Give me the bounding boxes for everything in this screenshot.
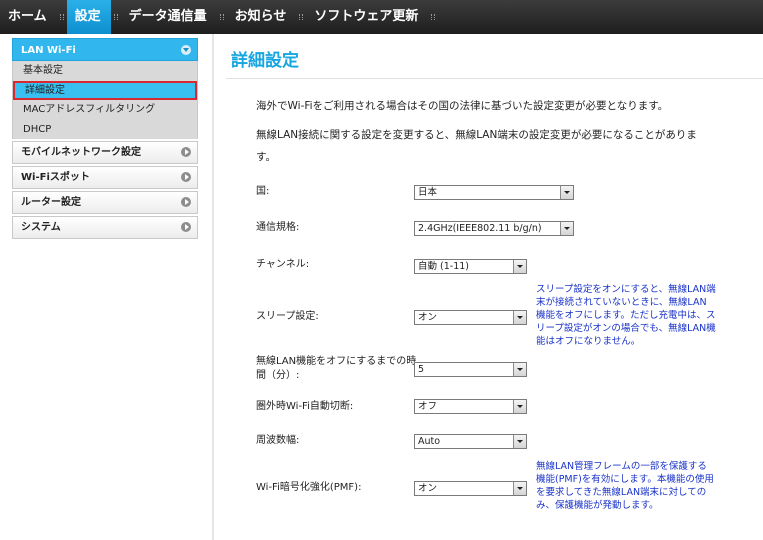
- pmf-note: 無線LAN管理フレームの一部を保護する機能(PMF)を有効にします。本機能の使用…: [536, 461, 714, 511]
- nav-separator: [59, 14, 64, 20]
- select-value: オン: [418, 483, 438, 494]
- top-navigation: ホーム 設定 データ通信量 お知らせ ソフトウェア更新: [0, 0, 763, 34]
- sidebar-section-router[interactable]: ルーター設定: [12, 191, 198, 214]
- description-text: 海外でWi-Fiをご利用される場合はその国の法律に基づいた設定変更が必要となりま…: [256, 100, 669, 112]
- sidebar-item-dhcp[interactable]: DHCP: [13, 120, 197, 140]
- dropdown-arrow-icon: [513, 363, 526, 376]
- field-label-standard: 通信規格:: [256, 222, 300, 233]
- field-label-country: 国:: [256, 186, 270, 197]
- select-value: 2.4GHz(IEEE802.11 b/g/n): [418, 223, 542, 234]
- country-select[interactable]: 日本: [414, 185, 574, 200]
- chevron-right-icon: [181, 172, 191, 182]
- nav-home[interactable]: ホーム: [0, 0, 57, 34]
- auto-off-select[interactable]: オフ: [414, 399, 527, 414]
- select-value: 5: [418, 364, 425, 375]
- chevron-right-icon: [181, 147, 191, 157]
- sidebar-section-system[interactable]: システム: [12, 216, 198, 239]
- nav-separator: [219, 14, 224, 20]
- title-divider: [226, 78, 763, 79]
- dropdown-arrow-icon: [560, 222, 573, 235]
- sidebar-item-mac-filtering[interactable]: MACアドレスフィルタリング: [13, 100, 197, 120]
- channel-select[interactable]: 自動 (1-11): [414, 259, 527, 274]
- sidebar-section-label: ルーター設定: [21, 197, 81, 208]
- sleep-select[interactable]: オン: [414, 310, 527, 325]
- sidebar-section-lan-wifi[interactable]: LAN Wi-Fi: [12, 38, 198, 61]
- dropdown-arrow-icon: [513, 435, 526, 448]
- description-text: す。: [256, 151, 276, 163]
- field-label-sleep: スリープ設定:: [256, 311, 319, 322]
- sleep-note: スリープ設定をオンにすると、無線LAN端末が接続されていないときに、無線LAN機…: [536, 284, 716, 347]
- nav-separator: [299, 14, 304, 20]
- field-label-sleep-time: 間（分）:: [256, 370, 300, 381]
- select-value: 自動 (1-11): [418, 261, 469, 272]
- dropdown-arrow-icon: [513, 482, 526, 495]
- page-title: 詳細設定: [231, 51, 299, 71]
- field-label-sleep-time: 無線LAN機能をオフにするまでの時: [256, 356, 417, 367]
- chevron-right-icon: [181, 222, 191, 232]
- field-label-bandwidth: 周波数幅:: [256, 435, 300, 446]
- sidebar-submenu: 基本設定 詳細設定 MACアドレスフィルタリング DHCP: [12, 61, 198, 139]
- nav-separator: [113, 14, 118, 20]
- bandwidth-select[interactable]: Auto: [414, 434, 527, 449]
- nav-settings[interactable]: 設定: [66, 0, 111, 34]
- field-label-auto-off: 圏外時Wi-Fi自動切断:: [256, 401, 354, 412]
- nav-separator: [431, 14, 436, 20]
- sidebar-section-label: LAN Wi-Fi: [21, 45, 76, 56]
- field-label-channel: チャンネル:: [256, 259, 310, 270]
- dropdown-arrow-icon: [513, 311, 526, 324]
- sidebar-section-label: Wi-Fiスポット: [21, 172, 90, 183]
- sidebar-item-basic-settings[interactable]: 基本設定: [13, 61, 197, 81]
- select-value: オン: [418, 312, 438, 323]
- nav-software-update[interactable]: ソフトウェア更新: [306, 0, 428, 34]
- sidebar-item-advanced-settings[interactable]: 詳細設定: [13, 80, 197, 100]
- nav-notifications[interactable]: お知らせ: [227, 0, 297, 34]
- select-value: 日本: [418, 187, 438, 198]
- standard-select[interactable]: 2.4GHz(IEEE802.11 b/g/n): [414, 221, 574, 236]
- sidebar-section-label: システム: [21, 222, 61, 233]
- sleep-time-select[interactable]: 5: [414, 362, 527, 377]
- dropdown-arrow-icon: [560, 186, 573, 199]
- nav-data-usage[interactable]: データ通信量: [121, 0, 217, 34]
- sidebar: LAN Wi-Fi 基本設定 詳細設定 MACアドレスフィルタリング DHCP …: [12, 38, 198, 239]
- sidebar-section-label: モバイルネットワーク設定: [21, 147, 141, 158]
- select-value: Auto: [418, 436, 441, 447]
- pmf-select[interactable]: オン: [414, 481, 527, 496]
- chevron-right-icon: [181, 197, 191, 207]
- field-label-pmf: Wi-Fi暗号化強化(PMF):: [256, 482, 362, 493]
- description-text: 無線LAN接続に関する設定を変更すると、無線LAN端末の設定変更が必要になること…: [256, 129, 697, 141]
- sidebar-divider: [212, 34, 214, 540]
- dropdown-arrow-icon: [513, 260, 526, 273]
- dropdown-arrow-icon: [513, 400, 526, 413]
- sidebar-section-wifi-spot[interactable]: Wi-Fiスポット: [12, 166, 198, 189]
- sidebar-section-mobile-network[interactable]: モバイルネットワーク設定: [12, 141, 198, 164]
- chevron-down-icon: [181, 45, 191, 55]
- select-value: オフ: [418, 401, 438, 412]
